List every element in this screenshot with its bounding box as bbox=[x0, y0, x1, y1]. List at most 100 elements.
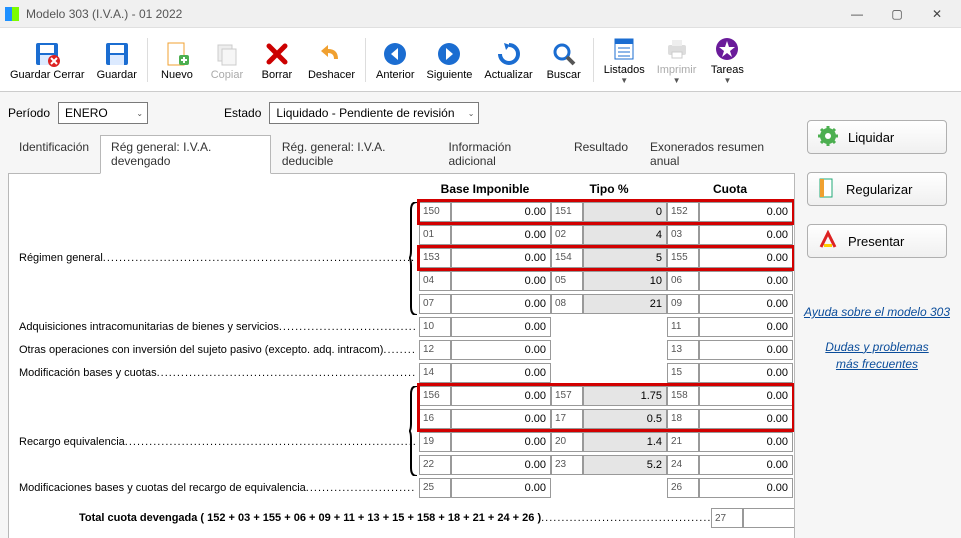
tipo-input[interactable]: 1.75 bbox=[583, 386, 667, 406]
cell-num: 23 bbox=[551, 455, 583, 475]
cuota-input[interactable]: 0.00 bbox=[699, 340, 793, 360]
cuota-input[interactable]: 0.00 bbox=[699, 363, 793, 383]
cuota-input[interactable]: 0.00 bbox=[699, 225, 793, 245]
liquidar-button[interactable]: Liquidar bbox=[807, 120, 947, 154]
next-icon bbox=[433, 39, 465, 69]
tab-reg-deducible[interactable]: Rég. general: I.V.A. deducible bbox=[271, 135, 438, 174]
cuota-input[interactable]: 0.00 bbox=[699, 202, 793, 222]
tipo-input[interactable]: 4 bbox=[583, 225, 667, 245]
help-link[interactable]: Ayuda sobre el modelo 303 bbox=[804, 304, 950, 321]
cuota-input[interactable]: 0.00 bbox=[699, 317, 793, 337]
base-input[interactable]: 0.00 bbox=[451, 409, 551, 429]
cell-num: 22 bbox=[419, 455, 451, 475]
total-label: Total cuota devengada ( 152 + 03 + 155 +… bbox=[19, 512, 541, 524]
data-row: Adquisiciones intracomunitarias de biene… bbox=[19, 315, 784, 338]
cell-num: 02 bbox=[551, 225, 583, 245]
maximize-button[interactable]: ▢ bbox=[877, 2, 917, 26]
tipo-input[interactable]: 5.2 bbox=[583, 455, 667, 475]
tab-panel: Base Imponible Tipo % Cuota 150 0.00 151 bbox=[8, 174, 795, 538]
search-icon bbox=[548, 39, 580, 69]
document-icon bbox=[818, 178, 836, 201]
cell-num: 153 bbox=[419, 248, 451, 268]
base-input[interactable]: 0.00 bbox=[451, 340, 551, 360]
cell-num: 155 bbox=[667, 248, 699, 268]
tasks-button[interactable]: Tareas ▼ bbox=[702, 31, 752, 89]
cell-num: 27 bbox=[711, 508, 743, 528]
close-button[interactable]: ✕ bbox=[917, 2, 957, 26]
data-row: Modificación bases y cuotas 14 0.00 15 0… bbox=[19, 361, 784, 384]
base-input[interactable]: 0.00 bbox=[451, 432, 551, 452]
search-button[interactable]: Buscar bbox=[539, 31, 589, 89]
cuota-input[interactable]: 0.00 bbox=[699, 409, 793, 429]
cuota-input[interactable]: 0.00 bbox=[699, 432, 793, 452]
period-combo[interactable]: ENERO ⌄ bbox=[58, 102, 148, 124]
tipo-input[interactable]: 5 bbox=[583, 248, 667, 268]
cuota-input[interactable]: 0.00 bbox=[699, 294, 793, 314]
delete-button[interactable]: Borrar bbox=[252, 31, 302, 89]
cell-num: 25 bbox=[419, 478, 451, 498]
regularizar-button[interactable]: Regularizar bbox=[807, 172, 947, 206]
base-input[interactable]: 0.00 bbox=[451, 386, 551, 406]
print-label: Imprimir bbox=[657, 64, 697, 76]
save-button[interactable]: Guardar bbox=[91, 31, 143, 89]
prev-button[interactable]: Anterior bbox=[370, 31, 421, 89]
cell-num: 152 bbox=[667, 202, 699, 222]
cuota-input[interactable]: 0.00 bbox=[699, 478, 793, 498]
cell-num: 157 bbox=[551, 386, 583, 406]
tipo-input[interactable]: 10 bbox=[583, 271, 667, 291]
save-close-button[interactable]: Guardar Cerrar bbox=[4, 31, 91, 89]
base-input[interactable]: 0.00 bbox=[451, 363, 551, 383]
cell-num: 12 bbox=[419, 340, 451, 360]
tipo-input[interactable]: 21 bbox=[583, 294, 667, 314]
tab-exonerados[interactable]: Exonerados resumen anual bbox=[639, 135, 795, 174]
refresh-label: Actualizar bbox=[484, 69, 532, 81]
next-button[interactable]: Siguiente bbox=[421, 31, 479, 89]
base-input[interactable]: 0.00 bbox=[451, 455, 551, 475]
cuota-input[interactable]: 0.00 bbox=[699, 271, 793, 291]
lists-label: Listados bbox=[604, 64, 645, 76]
tipo-input[interactable]: 0 bbox=[583, 202, 667, 222]
cell-num: 156 bbox=[419, 386, 451, 406]
tab-info-adicional[interactable]: Información adicional bbox=[437, 135, 563, 174]
base-input[interactable]: 0.00 bbox=[451, 271, 551, 291]
data-row: 150 0.00 151 0 152 0.00 bbox=[19, 200, 784, 223]
state-label: Estado bbox=[224, 106, 261, 120]
undo-button[interactable]: Deshacer bbox=[302, 31, 361, 89]
chevron-down-icon: ⌄ bbox=[128, 109, 143, 118]
data-row: Recargo equivalencia 19 0.00 20 1.4 21 0… bbox=[19, 430, 784, 453]
save-icon bbox=[101, 39, 133, 69]
cuota-input[interactable]: 0.00 bbox=[699, 455, 793, 475]
tipo-input[interactable]: 0.5 bbox=[583, 409, 667, 429]
presentar-button[interactable]: Presentar bbox=[807, 224, 947, 258]
new-button[interactable]: Nuevo bbox=[152, 31, 202, 89]
base-input[interactable]: 0.00 bbox=[451, 478, 551, 498]
cell-num: 150 bbox=[419, 202, 451, 222]
base-input[interactable]: 0.00 bbox=[451, 225, 551, 245]
new-label: Nuevo bbox=[161, 69, 193, 81]
faq-link[interactable]: Dudas y problemas más frecuentes bbox=[825, 339, 928, 373]
next-label: Siguiente bbox=[427, 69, 473, 81]
refresh-button[interactable]: Actualizar bbox=[478, 31, 538, 89]
cuota-input[interactable]: 0.00 bbox=[699, 386, 793, 406]
tab-reg-devengado[interactable]: Rég general: I.V.A. devengado bbox=[100, 135, 271, 174]
data-row: Régimen general 153 0.00 154 5 155 0.00 bbox=[19, 246, 784, 269]
tipo-input[interactable]: 1.4 bbox=[583, 432, 667, 452]
print-button[interactable]: Imprimir ▼ bbox=[651, 31, 703, 89]
data-row: 16 0.00 17 0.5 18 0.00 bbox=[19, 407, 784, 430]
header-base: Base Imponible bbox=[419, 182, 551, 196]
tab-identificacion[interactable]: Identificación bbox=[8, 135, 100, 174]
base-input[interactable]: 0.00 bbox=[451, 317, 551, 337]
chevron-down-icon: ⌄ bbox=[460, 109, 475, 118]
bracket-icon bbox=[409, 386, 419, 476]
tab-resultado[interactable]: Resultado bbox=[563, 135, 639, 174]
copy-button[interactable]: Copiar bbox=[202, 31, 252, 89]
cuota-input[interactable]: 0.00 bbox=[699, 248, 793, 268]
cell-num: 24 bbox=[667, 455, 699, 475]
minimize-button[interactable]: — bbox=[837, 2, 877, 26]
base-input[interactable]: 0.00 bbox=[451, 202, 551, 222]
undo-label: Deshacer bbox=[308, 69, 355, 81]
lists-button[interactable]: Listados ▼ bbox=[598, 31, 651, 89]
base-input[interactable]: 0.00 bbox=[451, 248, 551, 268]
base-input[interactable]: 0.00 bbox=[451, 294, 551, 314]
state-combo[interactable]: Liquidado - Pendiente de revisión ⌄ bbox=[269, 102, 479, 124]
